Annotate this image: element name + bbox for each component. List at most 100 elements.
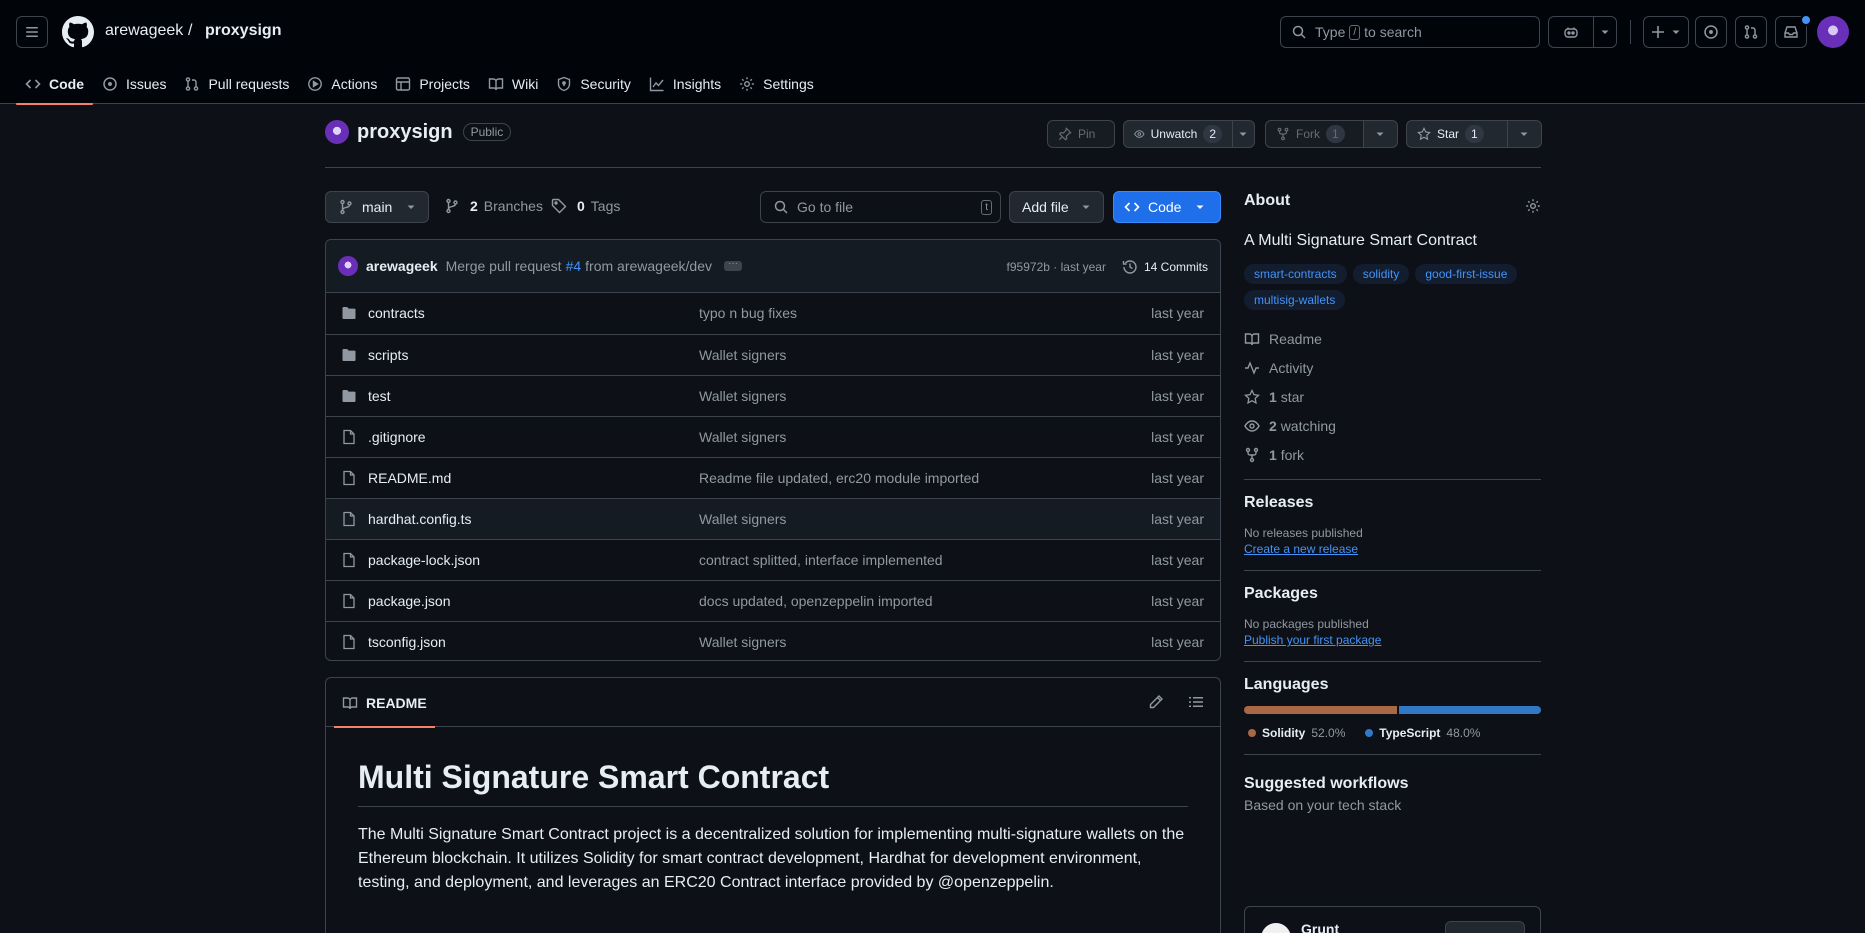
file-row[interactable]: scripts Wallet signers last year [326,334,1220,375]
file-name[interactable]: .gitignore [368,429,426,445]
star-button[interactable]: Star 1 [1406,120,1508,148]
forks-link[interactable]: 1 fork [1244,440,1541,469]
file-name[interactable]: tsconfig.json [368,634,446,650]
about-settings-button[interactable] [1525,198,1541,214]
repo-name[interactable]: proxysign [357,121,453,144]
file-name[interactable]: package-lock.json [368,552,480,568]
language-solidity[interactable]: Solidity 52.0% [1248,726,1345,740]
file-row[interactable]: .gitignore Wallet signers last year [326,416,1220,457]
fork-button[interactable]: Fork 1 [1265,120,1364,148]
tab-wiki[interactable]: Wiki [479,64,547,104]
go-to-file-input[interactable]: Go to file t [760,191,1001,223]
pull-requests-button[interactable] [1735,16,1767,48]
topic-tag[interactable]: multisig-wallets [1244,290,1346,310]
branch-selector[interactable]: main [325,191,430,223]
tab-security[interactable]: Security [547,64,640,104]
file-commit-message[interactable]: Wallet signers [699,429,786,445]
file-row[interactable]: package.json docs updated, openzeppelin i… [326,580,1220,621]
readme-link[interactable]: Readme [1244,324,1541,353]
edit-readme-button[interactable] [1148,694,1164,710]
file-row[interactable]: package-lock.json contract splitted, inte… [326,539,1220,580]
tab-issues[interactable]: Issues [93,64,175,104]
create-new-button[interactable] [1643,16,1689,48]
copilot-button[interactable] [1548,16,1594,48]
commit-hash[interactable]: f95972b [1007,260,1050,274]
tags-label: Tags [590,198,621,214]
file-commit-message[interactable]: Wallet signers [699,347,786,363]
file-name[interactable]: README.md [368,470,451,486]
commit-author-avatar[interactable] [338,256,358,276]
topic-tag[interactable]: smart-contracts [1244,264,1347,284]
publish-package-link[interactable]: Publish your first package [1244,633,1541,647]
topic-tag[interactable]: solidity [1352,264,1410,284]
file-commit-message[interactable]: Readme file updated, erc20 module import… [699,470,979,486]
outline-button[interactable] [1188,694,1204,710]
tab-insights[interactable]: Insights [640,64,730,104]
file-commit-message[interactable]: contract splitted, interface implemented [699,552,943,568]
file-commit-message[interactable]: typo n bug fixes [699,305,797,321]
star-dropdown-button[interactable] [1508,120,1542,148]
issues-button[interactable] [1695,16,1727,48]
commits-link[interactable]: 14 Commits [1122,259,1208,275]
tab-actions[interactable]: Actions [298,64,386,104]
file-name[interactable]: contracts [368,305,425,321]
stars-link[interactable]: 1 star [1244,382,1541,411]
file-name[interactable]: package.json [368,593,451,609]
language-typescript[interactable]: TypeScript 48.0% [1365,726,1480,740]
star-icon [1244,388,1260,404]
tab-settings[interactable]: Settings [730,64,823,104]
file-icon [343,552,355,568]
github-logo-icon[interactable] [62,16,94,48]
file-name[interactable]: hardhat.config.ts [368,511,472,527]
watching-link[interactable]: 2 watching [1244,411,1541,440]
copilot-dropdown-button[interactable] [1593,16,1617,48]
commit-message-suffix[interactable]: from arewageek/dev [585,258,712,274]
file-row[interactable]: README.md Readme file updated, erc20 modu… [326,457,1220,498]
packages-title[interactable]: Packages [1244,585,1541,603]
search-input[interactable]: Type / to search [1280,16,1540,48]
breadcrumb-repo[interactable]: proxysign [205,22,281,40]
expand-commit-button[interactable]: ··· [723,259,742,271]
repo-owner-avatar[interactable] [325,120,349,144]
tab-projects[interactable]: Projects [386,64,479,104]
pin-button[interactable]: Pin [1047,120,1115,148]
branches-link[interactable]: 2 Branches [444,198,543,214]
configure-workflow-button[interactable] [1445,921,1525,933]
activity-link[interactable]: Activity [1244,353,1541,382]
file-name[interactable]: scripts [368,347,408,363]
pin-label: Pin [1078,127,1096,141]
fork-dropdown-button[interactable] [1364,120,1398,148]
tab-settings-label: Settings [763,76,814,92]
commit-author[interactable]: arewageek [366,258,438,274]
commit-pr-link[interactable]: #4 [566,258,582,274]
add-file-button[interactable]: Add file [1009,191,1104,223]
file-row[interactable]: test Wallet signers last year [326,375,1220,416]
code-button[interactable]: Code [1113,191,1221,223]
file-commit-message[interactable]: Wallet signers [699,511,786,527]
releases-title[interactable]: Releases [1244,494,1541,512]
star-label: Star [1437,127,1460,141]
watch-dropdown-button[interactable] [1233,120,1255,148]
unwatch-button[interactable]: Unwatch 2 [1123,120,1233,148]
file-name[interactable]: test [368,388,391,404]
commit-message-prefix[interactable]: Merge pull request [446,258,562,274]
file-row[interactable]: hardhat.config.ts Wallet signers last year [326,498,1220,539]
create-release-link[interactable]: Create a new release [1244,542,1541,556]
user-avatar[interactable] [1817,16,1849,48]
workflow-card: Grunt [1244,906,1541,933]
tab-pull-requests[interactable]: Pull requests [175,64,298,104]
file-row[interactable]: contracts typo n bug fixes last year [326,293,1220,334]
readme-heading: Multi Signature Smart Contract [358,759,1188,807]
file-commit-message[interactable]: Wallet signers [699,634,786,650]
header-divider [1630,20,1631,44]
file-commit-message[interactable]: docs updated, openzeppelin imported [699,593,933,609]
add-file-label: Add file [1022,199,1069,215]
tab-code[interactable]: Code [16,64,93,105]
topic-tag[interactable]: good-first-issue [1415,264,1518,284]
menu-button[interactable] [16,16,48,48]
readme-tab[interactable]: README [334,678,435,728]
tags-link[interactable]: 0 Tags [551,198,620,214]
file-commit-message[interactable]: Wallet signers [699,388,786,404]
file-row[interactable]: tsconfig.json Wallet signers last year [326,621,1220,660]
breadcrumb-owner[interactable]: arewageek [105,22,183,40]
